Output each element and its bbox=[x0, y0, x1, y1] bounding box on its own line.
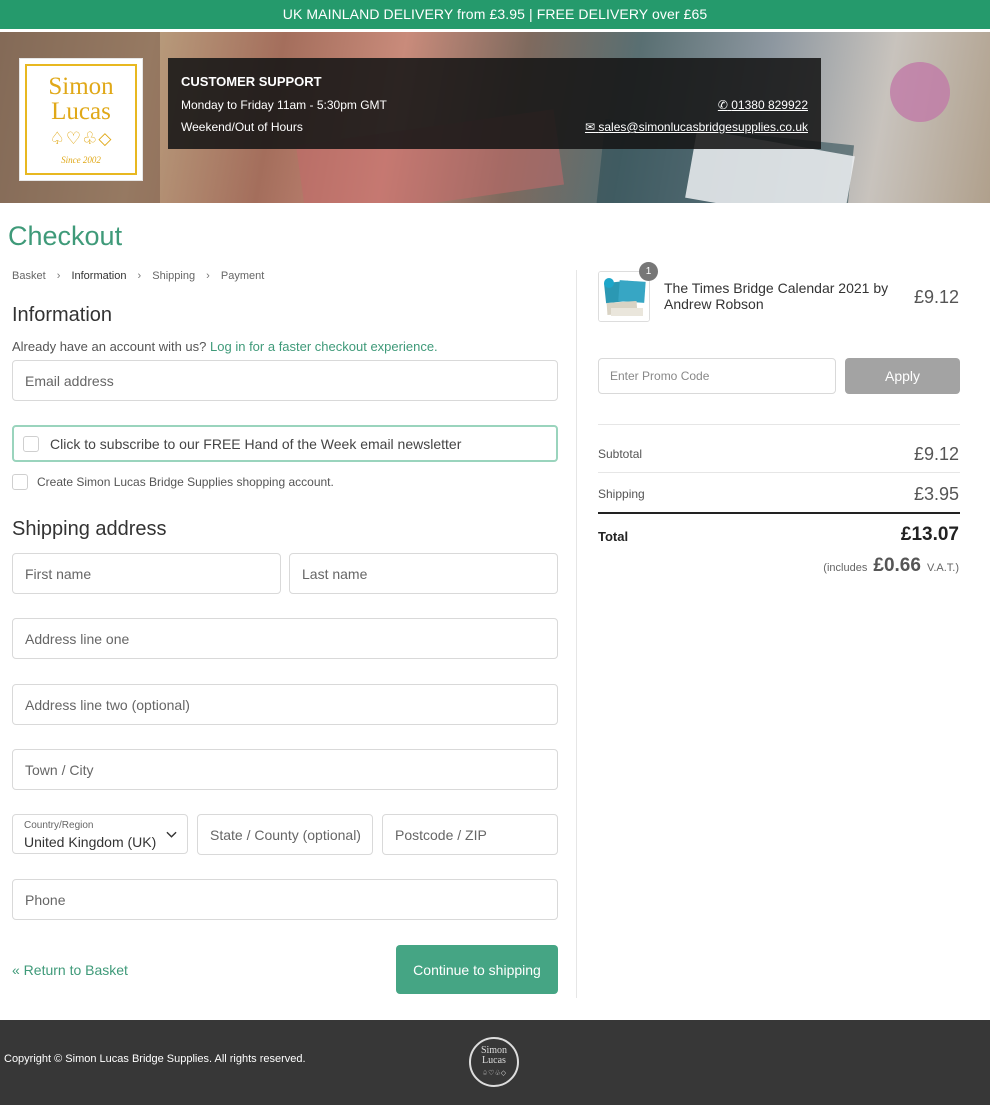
phone-field[interactable]: Phone bbox=[12, 879, 558, 920]
logo-since: Since 2002 bbox=[61, 155, 101, 165]
hero-deco-flower bbox=[890, 62, 950, 122]
product-name: The Times Bridge Calendar 2021 by Andrew… bbox=[664, 280, 889, 312]
phone-icon: ✆ bbox=[717, 98, 728, 112]
postcode-field[interactable]: Postcode / ZIP bbox=[382, 814, 558, 855]
account-prompt: Already have an account with us? Log in … bbox=[12, 339, 438, 354]
support-email-link[interactable]: ✉ sales@simonlucasbridgesupplies.co.uk bbox=[585, 120, 808, 134]
newsletter-option[interactable]: Click to subscribe to our FREE Hand of t… bbox=[12, 425, 558, 462]
continue-to-shipping-button[interactable]: Continue to shipping bbox=[396, 945, 558, 994]
footer-logo[interactable]: Simon Lucas ♤♡♧◇ bbox=[469, 1037, 519, 1087]
country-value: United Kingdom (UK) bbox=[24, 834, 157, 850]
create-account-option[interactable]: Create Simon Lucas Bridge Supplies shopp… bbox=[12, 474, 334, 490]
country-select[interactable]: Country/Region United Kingdom (UK) bbox=[12, 814, 188, 854]
state-county-field[interactable]: State / County (optional) bbox=[197, 814, 373, 855]
total-label: Total bbox=[598, 529, 629, 544]
first-name-field[interactable]: First name bbox=[12, 553, 281, 594]
chevron-right-icon: › bbox=[137, 270, 142, 282]
footer-logo-line2: Lucas bbox=[482, 1055, 506, 1066]
hero-banner: Simon Lucas ♤♡♧◇ Since 2002 CUSTOMER SUP… bbox=[0, 32, 990, 203]
email-placeholder: Email address bbox=[25, 372, 114, 389]
site-logo[interactable]: Simon Lucas ♤♡♧◇ Since 2002 bbox=[19, 58, 143, 181]
support-title: CUSTOMER SUPPORT bbox=[181, 74, 322, 89]
vat-suffix: V.A.T.) bbox=[927, 562, 959, 574]
summary-divider bbox=[598, 472, 960, 473]
vat-prefix: (includes bbox=[823, 562, 868, 574]
total-divider bbox=[598, 512, 960, 514]
support-weekend: Weekend/Out of Hours bbox=[181, 120, 303, 134]
promo-code-input[interactable]: Enter Promo Code bbox=[598, 358, 836, 394]
envelope-icon: ✉ bbox=[584, 120, 596, 134]
support-phone: 01380 829922 bbox=[731, 98, 808, 112]
subtotal-value: £9.12 bbox=[913, 444, 959, 464]
breadcrumb-payment: Payment bbox=[220, 270, 265, 282]
state-county-placeholder: State / County (optional) bbox=[210, 826, 361, 843]
logo-name-line2: Lucas bbox=[51, 98, 111, 125]
newsletter-label: Click to subscribe to our FREE Hand of t… bbox=[50, 435, 462, 452]
create-account-checkbox[interactable] bbox=[12, 474, 28, 490]
calendar-product-image bbox=[599, 272, 649, 321]
product-price: £9.12 bbox=[913, 287, 959, 307]
customer-support-panel: CUSTOMER SUPPORT Monday to Friday 11am -… bbox=[168, 58, 821, 149]
breadcrumb-information: Information bbox=[71, 270, 127, 282]
shipping-label: Shipping bbox=[598, 487, 645, 501]
breadcrumb-shipping: Shipping bbox=[152, 270, 196, 282]
newsletter-checkbox[interactable] bbox=[23, 435, 39, 452]
address-line-two-field[interactable]: Address line two (optional) bbox=[12, 684, 558, 725]
town-city-field[interactable]: Town / City bbox=[12, 749, 558, 790]
column-divider bbox=[576, 270, 577, 998]
summary-divider bbox=[598, 424, 960, 425]
copyright: Copyright © Simon Lucas Bridge Supplies.… bbox=[4, 1053, 306, 1065]
shipping-value: £3.95 bbox=[913, 484, 959, 504]
subtotal-label: Subtotal bbox=[598, 447, 643, 461]
information-heading: Information bbox=[12, 304, 113, 326]
return-to-basket-link[interactable]: « Return to Basket bbox=[12, 962, 128, 978]
total-value: £13.07 bbox=[900, 524, 959, 545]
apply-promo-button[interactable]: Apply bbox=[845, 358, 960, 394]
account-prompt-text: Already have an account with us? bbox=[12, 339, 207, 354]
phone-placeholder: Phone bbox=[25, 891, 66, 908]
page-title: Checkout bbox=[8, 221, 123, 251]
address-line-one-placeholder: Address line one bbox=[25, 630, 130, 647]
support-hours: Monday to Friday 11am - 5:30pm GMT bbox=[181, 98, 387, 112]
login-link[interactable]: Log in for a faster checkout experience. bbox=[210, 339, 438, 354]
promo-code-placeholder: Enter Promo Code bbox=[610, 369, 710, 383]
chevron-right-icon: › bbox=[206, 270, 210, 282]
last-name-placeholder: Last name bbox=[302, 565, 368, 582]
town-city-placeholder: Town / City bbox=[25, 761, 94, 778]
site-footer: Copyright © Simon Lucas Bridge Supplies.… bbox=[0, 1020, 990, 1105]
logo-name-line1: Simon bbox=[48, 73, 114, 100]
address-line-two-placeholder: Address line two (optional) bbox=[25, 696, 190, 713]
create-account-label: Create Simon Lucas Bridge Supplies shopp… bbox=[37, 475, 334, 489]
chevron-right-icon: › bbox=[56, 270, 61, 282]
chevron-down-icon bbox=[166, 831, 177, 838]
address-line-one-field[interactable]: Address line one bbox=[12, 618, 558, 659]
support-email: sales@simonlucasbridgesupplies.co.uk bbox=[598, 120, 808, 134]
quantity-badge: 1 bbox=[639, 262, 658, 281]
breadcrumb: Basket › Information › Shipping › Paymen… bbox=[12, 270, 264, 282]
vat-amount: £0.66 bbox=[873, 555, 921, 576]
country-label: Country/Region bbox=[24, 820, 94, 831]
email-field[interactable]: Email address bbox=[12, 360, 558, 401]
breadcrumb-basket[interactable]: Basket bbox=[12, 270, 46, 282]
logo-suits-icon: ♤♡♧◇ bbox=[49, 129, 113, 148]
last-name-field[interactable]: Last name bbox=[289, 553, 558, 594]
shipping-heading: Shipping address bbox=[12, 518, 167, 540]
delivery-banner: UK MAINLAND DELIVERY from £3.95 | FREE D… bbox=[0, 0, 990, 29]
footer-suits-icon: ♤♡♧◇ bbox=[481, 1069, 507, 1077]
support-phone-link[interactable]: ✆ 01380 829922 bbox=[718, 98, 808, 112]
first-name-placeholder: First name bbox=[25, 565, 92, 582]
vat-note: (includes £0.66 V.A.T.) bbox=[823, 555, 959, 577]
postcode-placeholder: Postcode / ZIP bbox=[395, 826, 487, 843]
